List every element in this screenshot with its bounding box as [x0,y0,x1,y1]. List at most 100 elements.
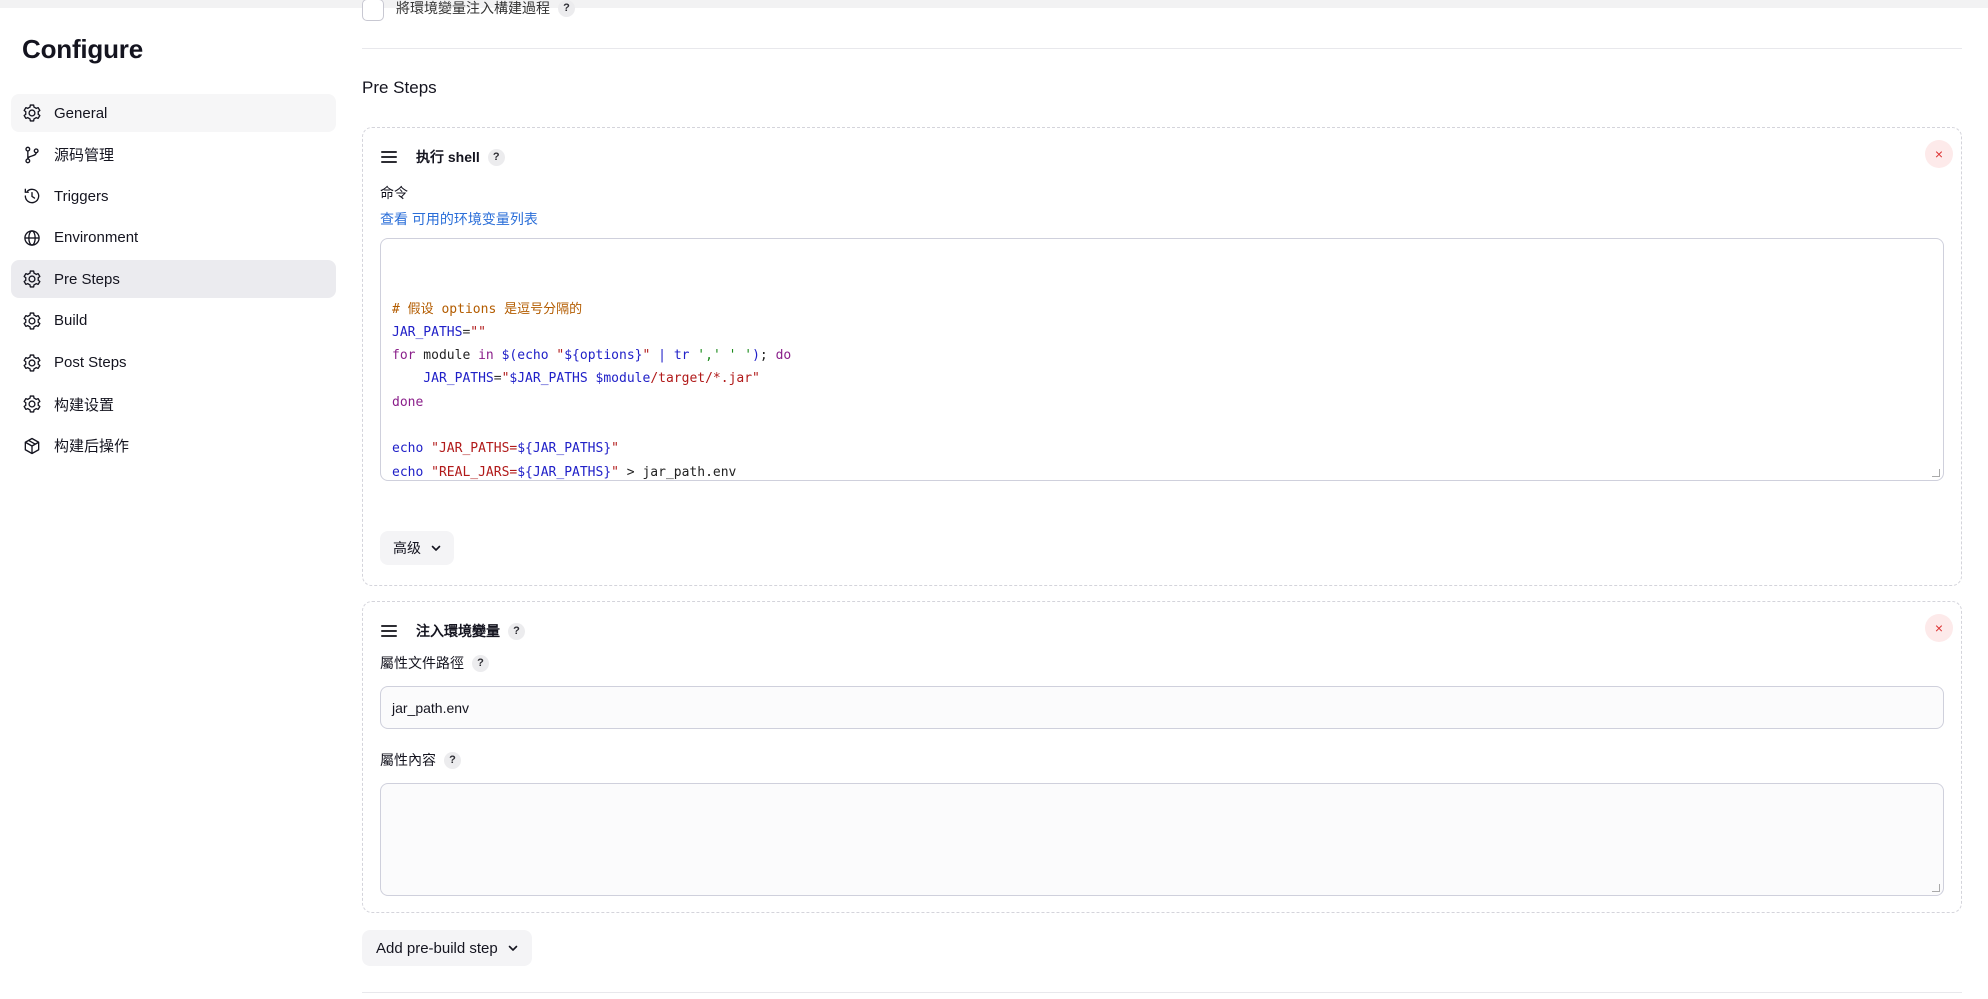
code-line: echo "REAL_JARS=${JAR_PATHS}" > jar_path… [392,461,1932,480]
source-branch-icon [22,145,42,165]
properties-file-label: 屬性文件路徑 [380,655,464,671]
sidebar-item-4[interactable]: Pre Steps [11,260,336,299]
gear-icon [22,394,42,414]
inject-env-step: 注入環境變量 ? × 屬性文件路徑 ? jar_path.env 屬性內容 ? [362,601,1962,913]
divider [362,992,1962,993]
sidebar-item-label: Post Steps [54,354,127,372]
code-token: JAR_PATHS [392,371,494,387]
chevron-down-icon [431,543,441,553]
code-line: echo "JAR_PATHS=${JAR_PATHS}" [392,437,1932,460]
sidebar-item-2[interactable]: Triggers [11,177,336,215]
code-token: module [415,348,479,364]
sidebar-item-label: 构建设置 [54,396,115,414]
step-header: 注入環境變量 ? [381,620,525,642]
env-vars-link[interactable]: 可用的环境变量列表 [412,211,538,227]
inject-env-option: 將環境變量注入構建過程 ? [362,0,575,24]
code-token: $module [595,371,651,387]
help-icon[interactable]: ? [558,0,575,17]
clock-icon [22,186,42,206]
code-line: done [392,391,1932,414]
command-label: 命令 [380,185,408,201]
sidebar-item-label: 构建后操作 [54,438,130,456]
properties-file-input[interactable]: jar_path.env [380,686,1944,729]
close-icon[interactable]: × [1925,140,1953,168]
step-title: 注入環境變量 [416,623,500,639]
sidebar-item-8[interactable]: 构建后操作 [11,427,336,465]
code-token: echo [392,441,432,457]
gear-icon [22,103,42,123]
chevron-down-icon [508,943,518,953]
step-header: 执行 shell ? [381,146,505,168]
sidebar-item-label: Environment [54,229,139,247]
command-editor[interactable]: # 假设 options 是逗号分隔的 JAR_PATHS="" for modul… [380,238,1944,481]
add-pre-build-step-label: Add pre-build step [376,939,498,957]
env-vars-link-row: 查看 可用的环境变量列表 [380,209,538,229]
code-token: "" [470,324,486,340]
code-token: ${options} [564,348,643,364]
code-token: ',' [697,348,721,364]
properties-content-label: 屬性內容 [380,752,436,768]
code-token: ' ' [728,348,753,364]
code-token: ${JAR_PATHS} [517,464,612,480]
shell-step: 执行 shell ? × 命令 查看 可用的环境变量列表 # 假设 option… [362,127,1962,586]
properties-content-input[interactable] [380,783,1944,896]
add-pre-build-step-button[interactable]: Add pre-build step [362,930,532,966]
code-token: "REAL_JARS= [431,464,518,480]
sidebar-item-label: 源码管理 [54,147,115,165]
code-token: ) [752,348,760,364]
sidebar: Configure General 源码管理 Triggers Environment… [0,0,350,999]
code-token: for [392,348,416,364]
drag-handle-icon[interactable] [381,625,397,637]
code-token: = [493,371,502,387]
close-icon[interactable]: × [1925,614,1953,642]
code-token: do [775,348,792,364]
gear-icon [22,353,42,373]
sidebar-item-0[interactable]: General [11,94,336,132]
code-line: # 假设 options 是逗号分隔的 [392,298,1932,321]
code-token: done [392,394,424,410]
code-token: tr [673,348,698,364]
resize-grip-icon[interactable] [1932,884,1940,892]
sidebar-item-3[interactable]: Environment [11,219,336,257]
help-icon[interactable]: ? [472,654,489,672]
link-prefix: 查看 [380,211,412,227]
sidebar-item-1[interactable]: 源码管理 [11,136,336,174]
sidebar-item-label: General [54,104,108,122]
sidebar-item-5[interactable]: Build [11,302,336,340]
properties-content-label-row: 屬性內容 ? [380,750,461,770]
code-token: " [611,464,619,480]
sidebar-item-6[interactable]: Post Steps [11,344,336,382]
code-token: " [611,441,619,457]
section-title: Pre Steps [362,78,437,97]
sidebar-item-7[interactable]: 构建设置 [11,385,336,423]
advanced-label: 高级 [393,540,421,556]
code-line: for module in $(echo "${options}" | tr '… [392,344,1932,367]
step-title: 执行 shell [416,149,480,165]
gear-icon [22,311,42,331]
inject-env-label: 將環境變量注入構建過程 [396,0,550,16]
drag-handle-icon[interactable] [381,151,397,163]
code-line: JAR_PATHS="$JAR_PATHS $module/target/*.j… [392,367,1932,390]
code-token: in [478,348,494,364]
sidebar-item-label: Triggers [54,187,109,205]
code-token: ; [759,348,776,364]
help-icon[interactable]: ? [487,148,505,166]
code-token: echo [517,348,557,364]
code-token: /target/*.jar" [650,371,760,387]
help-icon[interactable]: ? [444,751,461,769]
sidebar-item-label: Pre Steps [54,270,120,288]
resize-grip-icon[interactable] [1932,469,1940,477]
code-token: "JAR_PATHS= [431,441,518,457]
sidebar-nav: General 源码管理 Triggers Environment Pre Steps B… [11,94,336,468]
help-icon[interactable]: ? [508,622,525,640]
code-token: $JAR_PATHS [509,371,588,387]
code-line: JAR_PATHS="" [392,321,1932,344]
code-token: $( [501,348,518,364]
gear-icon [22,269,42,289]
inject-env-checkbox[interactable] [362,0,384,21]
advanced-button[interactable]: 高级 [380,531,454,565]
package-icon [22,436,42,456]
code-token: JAR_PATHS [392,324,463,340]
